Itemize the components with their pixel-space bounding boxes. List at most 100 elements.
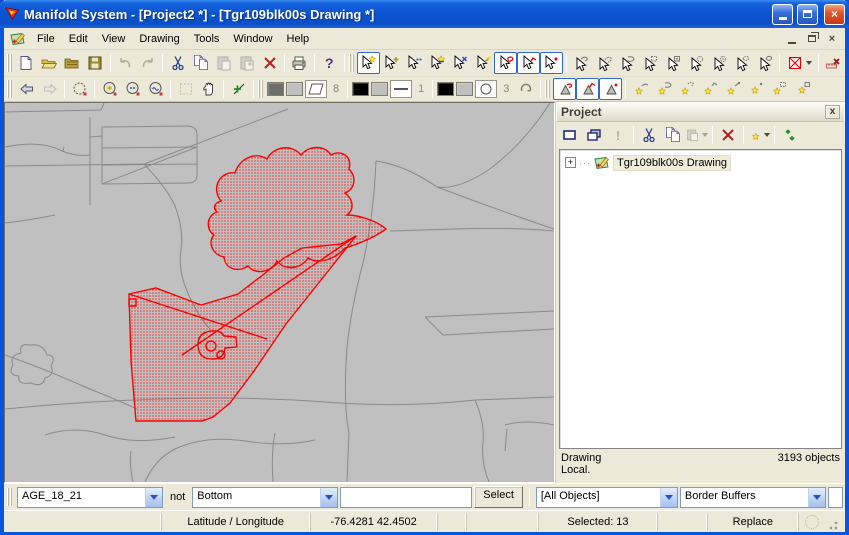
open-project-button[interactable]	[61, 52, 84, 74]
target-combo[interactable]: Border Buffers	[680, 487, 826, 508]
extra-field[interactable]	[828, 487, 843, 508]
transform-point-button[interactable]	[744, 78, 767, 100]
help-button[interactable]: ?	[318, 52, 341, 74]
mdi-minimize-button[interactable]	[783, 31, 801, 47]
point-foreground-swatch[interactable]	[437, 82, 454, 96]
menu-help[interactable]: Help	[280, 30, 317, 48]
snap-areas-button[interactable]	[553, 78, 576, 100]
field-combo[interactable]: AGE_18_21	[17, 487, 163, 508]
selection-style-button[interactable]	[783, 52, 815, 74]
transform-clipped-button[interactable]	[790, 78, 813, 100]
project-panel-close-button[interactable]: x	[825, 105, 840, 119]
open-button[interactable]	[38, 52, 61, 74]
menu-tools[interactable]: Tools	[187, 30, 227, 48]
combo-arrow-button[interactable]	[145, 488, 162, 507]
back-button[interactable]	[15, 78, 38, 100]
area-style-button[interactable]	[305, 80, 327, 98]
toolbar-grip[interactable]	[258, 80, 263, 98]
zoom-in-button[interactable]	[98, 78, 121, 100]
resize-grip[interactable]	[825, 515, 839, 531]
line-background-swatch[interactable]	[371, 82, 388, 96]
toolbar-grip[interactable]	[7, 488, 12, 506]
menu-view[interactable]: View	[95, 30, 133, 48]
title-bar[interactable]: Manifold System - [Project2 *] - [Tgr109…	[0, 0, 849, 28]
snap-lines-button[interactable]	[576, 78, 599, 100]
marquee-button[interactable]	[174, 78, 197, 100]
select-radius-center-button[interactable]	[707, 52, 730, 74]
project-tree[interactable]: + ··· Tgr109blk00s Drawing	[559, 149, 842, 449]
zoom-region-button[interactable]	[68, 78, 91, 100]
paste-button[interactable]	[212, 52, 235, 74]
combo-arrow-button[interactable]	[808, 488, 825, 507]
mdi-close-button[interactable]: ×	[823, 31, 841, 47]
transform-contained-button[interactable]	[652, 78, 675, 100]
transform-segment-button[interactable]	[721, 78, 744, 100]
map-canvas[interactable]	[5, 103, 554, 482]
project-delete-button[interactable]	[716, 124, 740, 146]
area-foreground-swatch[interactable]	[267, 82, 284, 96]
select-contained-button[interactable]	[616, 52, 639, 74]
objects-combo[interactable]: [All Objects]	[536, 487, 678, 508]
redo-button[interactable]	[137, 52, 160, 74]
undo-button[interactable]	[114, 52, 137, 74]
save-button[interactable]	[84, 52, 107, 74]
select-adjacent-button[interactable]	[593, 52, 616, 74]
delete-selection-button[interactable]	[822, 52, 845, 74]
paste-append-button[interactable]	[235, 52, 258, 74]
select-lasso-button[interactable]	[730, 52, 753, 74]
combo-arrow-button[interactable]	[660, 488, 677, 507]
line-foreground-swatch[interactable]	[352, 82, 369, 96]
properties-button[interactable]: !	[606, 124, 630, 146]
mode-combo[interactable]: Bottom	[192, 487, 338, 508]
not-toggle[interactable]: not	[165, 487, 190, 508]
select-new-button[interactable]	[357, 52, 380, 74]
area-background-swatch[interactable]	[286, 82, 303, 96]
select-areas-button[interactable]	[494, 52, 517, 74]
zoom-out-button[interactable]	[121, 78, 144, 100]
project-cut-button[interactable]	[637, 124, 661, 146]
cascade-windows-button[interactable]	[582, 124, 606, 146]
forward-button[interactable]	[38, 78, 61, 100]
value-input[interactable]	[340, 487, 472, 508]
project-paste-button[interactable]	[685, 124, 709, 146]
new-item-button[interactable]	[747, 124, 771, 146]
toolbar-grip[interactable]	[545, 80, 550, 98]
snap-points-button[interactable]	[599, 78, 622, 100]
select-lasso-strict-button[interactable]	[753, 52, 776, 74]
paste-mode[interactable]: Replace	[707, 513, 798, 531]
pan-button[interactable]	[197, 78, 220, 100]
tree-item-drawing[interactable]: + ··· Tgr109blk00s Drawing	[562, 154, 839, 171]
select-box-button[interactable]	[639, 52, 662, 74]
select-touching-button[interactable]	[570, 52, 593, 74]
select-subtract-button[interactable]	[403, 52, 426, 74]
transform-vertex-button[interactable]	[698, 78, 721, 100]
project-copy-button[interactable]	[661, 124, 685, 146]
zoom-fit-button[interactable]	[144, 78, 167, 100]
rotate-button[interactable]	[514, 78, 537, 100]
select-add-button[interactable]	[380, 52, 403, 74]
transform-box-button[interactable]	[767, 78, 790, 100]
select-radius-button[interactable]	[684, 52, 707, 74]
menu-edit[interactable]: Edit	[62, 30, 95, 48]
menu-drawing[interactable]: Drawing	[132, 30, 186, 48]
map-view[interactable]	[4, 102, 555, 483]
select-box-strict-button[interactable]	[662, 52, 685, 74]
new-button[interactable]	[15, 52, 38, 74]
toolbar-grip[interactable]	[7, 54, 12, 72]
transform-lasso-button[interactable]	[675, 78, 698, 100]
combo-arrow-button[interactable]	[320, 488, 337, 507]
select-magic-button[interactable]	[471, 52, 494, 74]
point-style-button[interactable]	[475, 80, 497, 98]
select-invert-button[interactable]	[425, 52, 448, 74]
select-points-button[interactable]	[540, 52, 563, 74]
toolbar-grip[interactable]	[7, 80, 12, 98]
transform-touching-button[interactable]	[629, 78, 652, 100]
tree-expander[interactable]: +	[565, 157, 576, 168]
new-component-button[interactable]	[558, 124, 582, 146]
select-lines-button[interactable]	[517, 52, 540, 74]
cut-button[interactable]	[166, 52, 189, 74]
mdi-restore-button[interactable]	[803, 31, 821, 47]
drawing-document-icon[interactable]	[10, 31, 26, 47]
minimize-button[interactable]	[772, 4, 793, 25]
refresh-button[interactable]	[778, 124, 802, 146]
